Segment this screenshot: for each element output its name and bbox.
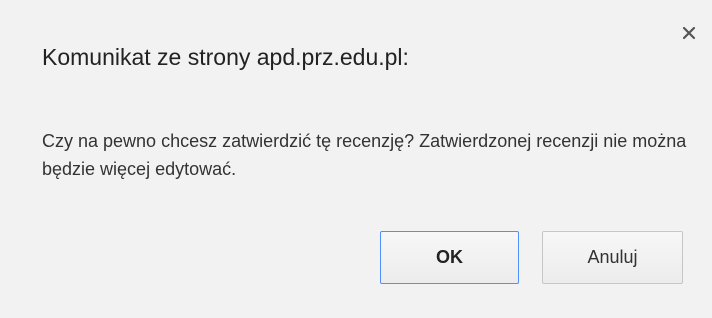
alert-dialog: Komunikat ze strony apd.prz.edu.pl: Czy …: [0, 0, 712, 318]
close-icon[interactable]: [680, 24, 698, 42]
dialog-title: Komunikat ze strony apd.prz.edu.pl:: [42, 44, 409, 70]
ok-button[interactable]: OK: [380, 231, 519, 284]
dialog-message: Czy na pewno chcesz zatwierdzić tę recen…: [42, 131, 687, 179]
close-icon-glyph: [682, 26, 696, 40]
cancel-button[interactable]: Anuluj: [542, 231, 683, 284]
